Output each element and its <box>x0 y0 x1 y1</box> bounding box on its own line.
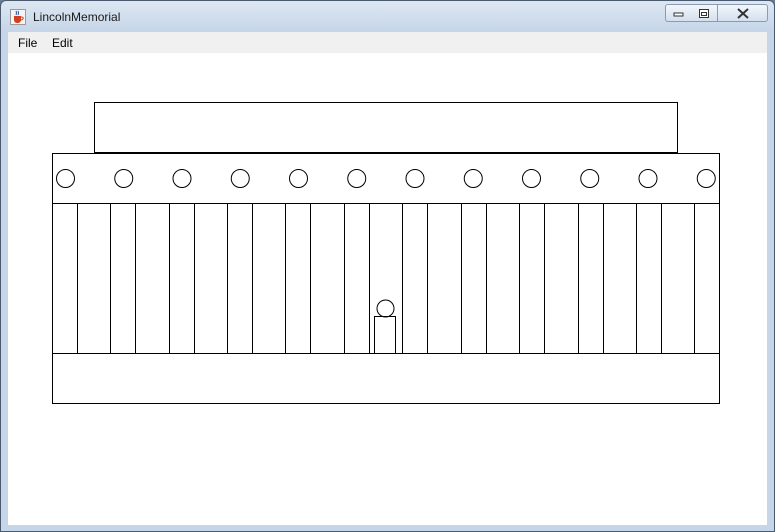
attic-block <box>94 102 678 153</box>
menu-bar: File Edit <box>8 32 767 54</box>
close-button[interactable] <box>718 4 768 22</box>
close-icon <box>736 7 749 19</box>
title-bar[interactable]: LincolnMemorial <box>1 1 774 32</box>
menu-file[interactable]: File <box>18 36 37 50</box>
restore-button[interactable] <box>691 4 718 22</box>
restore-icon <box>699 8 709 18</box>
minimize-button[interactable] <box>665 4 692 22</box>
lincoln-memorial-drawing <box>52 102 720 404</box>
frieze-medallion <box>289 169 308 188</box>
colonnade <box>52 203 720 354</box>
statue-body <box>374 316 396 354</box>
frieze-medallion <box>230 169 250 188</box>
frieze-medallion <box>56 169 75 188</box>
statue-head <box>376 299 395 318</box>
app-window: LincolnMemorial File Edit <box>0 0 775 532</box>
minimize-icon <box>673 12 683 17</box>
frieze-band <box>52 153 720 204</box>
frieze-medallion <box>172 169 192 188</box>
frieze-medallion <box>347 169 367 188</box>
drawing-canvas <box>8 53 767 525</box>
frieze-medallion <box>580 169 600 188</box>
window-title: LincolnMemorial <box>33 10 121 24</box>
menu-edit[interactable]: Edit <box>52 36 73 50</box>
java-cup-icon <box>10 9 26 25</box>
base-platform <box>52 353 720 404</box>
frieze-medallion <box>696 169 716 188</box>
frieze-medallion <box>463 169 483 188</box>
frieze-medallion <box>114 169 134 188</box>
frieze-medallion <box>522 169 541 188</box>
frieze-medallion <box>638 169 658 188</box>
frieze-medallion <box>405 169 425 188</box>
